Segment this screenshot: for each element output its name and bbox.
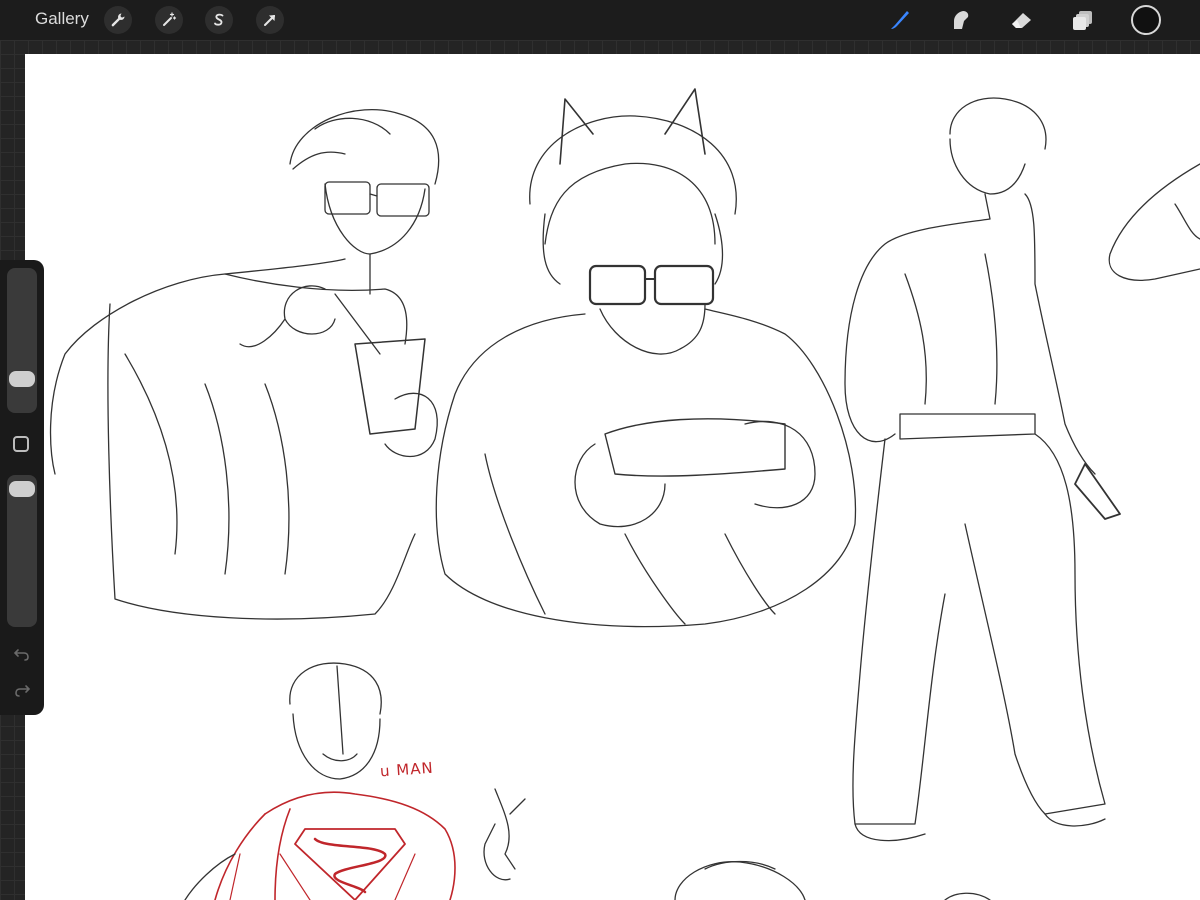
smudge-tool-button[interactable] [947, 6, 975, 34]
drawing-canvas[interactable]: u MAN [25, 54, 1200, 900]
sketch-figure-superman [184, 662, 526, 900]
undo-button[interactable] [11, 646, 33, 666]
brush-size-slider[interactable] [7, 268, 37, 413]
selection-button[interactable] [205, 6, 233, 34]
arrow-cursor-icon [264, 15, 275, 26]
redo-button[interactable] [11, 682, 33, 702]
eraser-tool-button[interactable] [1008, 6, 1036, 34]
top-toolbar: Gallery [0, 0, 1200, 40]
adjustments-button[interactable] [155, 6, 183, 34]
magic-wand-icon [163, 12, 177, 26]
opacity-knob[interactable] [9, 481, 35, 497]
sketch-figure-standing [844, 97, 1121, 842]
eraser-icon [1012, 13, 1031, 28]
sidebar [0, 260, 44, 715]
sketch-arm-edge [1108, 163, 1200, 281]
selection-s-icon [214, 13, 224, 26]
sketch-artwork [49, 88, 1200, 900]
opacity-slider[interactable] [7, 475, 37, 627]
smudge-finger-icon [954, 11, 969, 29]
sketch-figure-gaming [435, 88, 857, 628]
brush-icon [891, 11, 909, 29]
layers-icon [1073, 11, 1092, 30]
brush-size-knob[interactable] [9, 371, 35, 387]
transform-button[interactable] [256, 6, 284, 34]
layers-button[interactable] [1069, 6, 1097, 34]
sketch-figure-drinking [49, 109, 440, 620]
wrench-icon [111, 13, 125, 27]
color-picker-button[interactable] [1131, 5, 1161, 35]
brush-tool-button[interactable] [886, 6, 914, 34]
actions-button[interactable] [104, 6, 132, 34]
redo-arrow-icon [15, 685, 31, 697]
undo-arrow-icon [13, 649, 29, 661]
square-modify-icon[interactable] [13, 436, 29, 452]
gallery-button[interactable]: Gallery [35, 9, 89, 29]
sketch-partial-bottom [674, 860, 991, 900]
